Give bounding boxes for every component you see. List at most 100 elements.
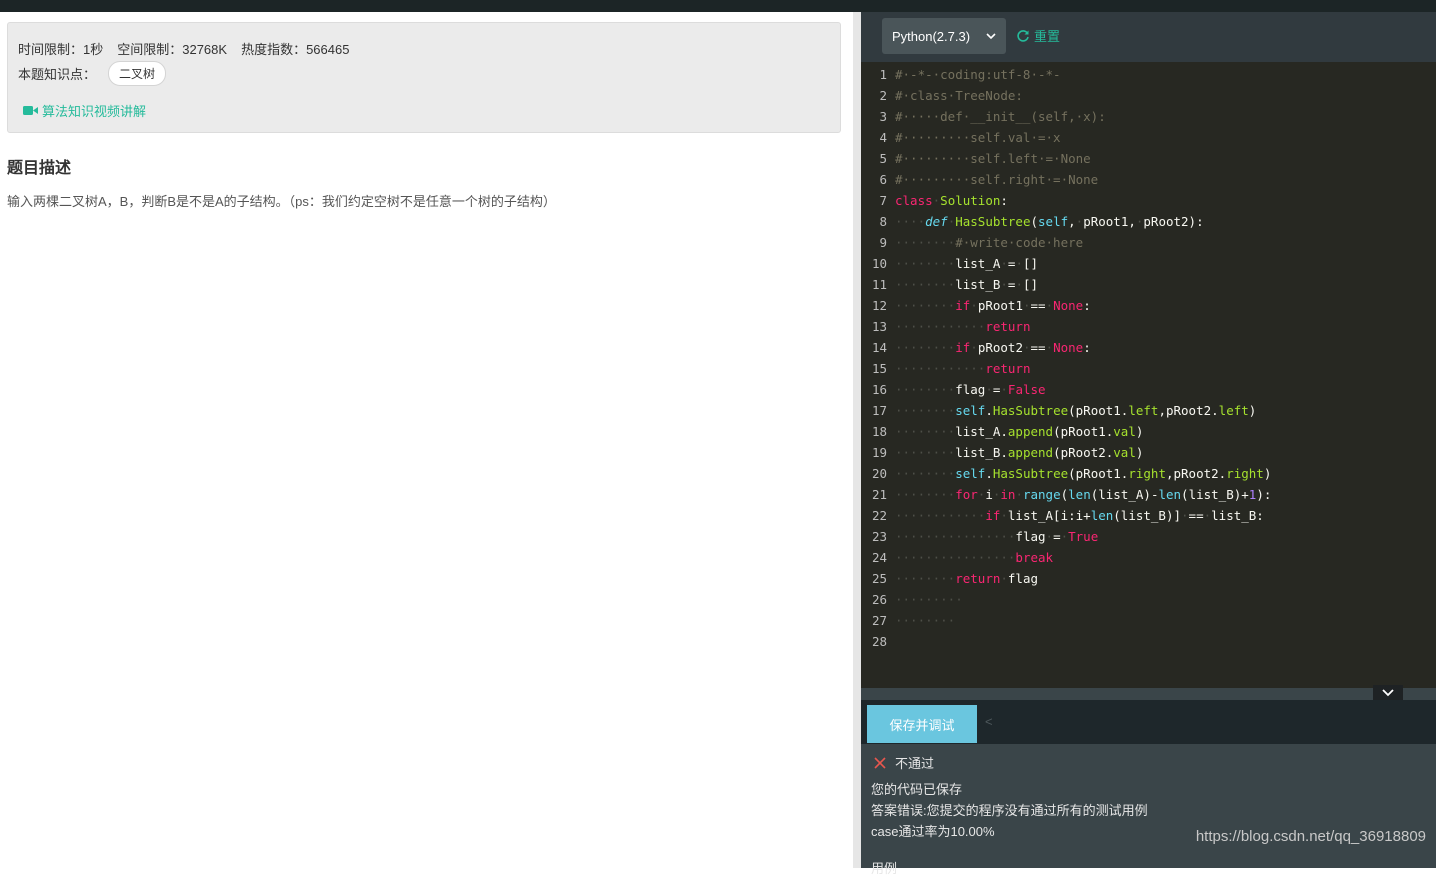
code-line[interactable]: 21 ········for·i·in·range(len(list_A)-len… xyxy=(861,484,1436,505)
code-text[interactable]: ········self.HasSubtree(pRoot1.right,pRo… xyxy=(895,463,1271,484)
code-text[interactable]: ········#·write·code·here xyxy=(895,232,1083,253)
topic-tag[interactable]: 二叉树 xyxy=(108,61,167,86)
code-line[interactable]: 12 ········if·pRoot1·==·None: xyxy=(861,295,1436,316)
code-editor[interactable]: 1 #·-*-·coding:utf-8·-*- 2 #·class·TreeNode… xyxy=(861,62,1436,688)
code-line[interactable]: 28 xyxy=(861,631,1436,652)
code-line[interactable]: 9 ········#·write·code·here xyxy=(861,232,1436,253)
code-line[interactable]: 13 ············return xyxy=(861,316,1436,337)
code-line[interactable]: 6 #·········self.right·=·None xyxy=(861,169,1436,190)
line-number: 26 xyxy=(871,592,887,607)
code-line[interactable]: 15 ············return xyxy=(861,358,1436,379)
code-text[interactable]: ········if·pRoot1·==·None: xyxy=(895,295,1091,316)
line-number: 8 xyxy=(879,214,887,229)
line-number: 6 xyxy=(879,172,887,187)
line-number: 11 xyxy=(871,277,887,292)
language-select[interactable]: Python(2.7.3) xyxy=(882,18,1006,54)
code-text[interactable]: #·········self.left·=·None xyxy=(895,148,1091,169)
expand-arrow[interactable]: < xyxy=(985,714,993,729)
chevron-down-icon xyxy=(1382,688,1394,696)
code-text[interactable]: ····def·HasSubtree(self,·pRoot1,·pRoot2)… xyxy=(895,211,1204,232)
line-number: 21 xyxy=(871,487,887,502)
code-text[interactable]: ········self.HasSubtree(pRoot1.left,pRoo… xyxy=(895,400,1256,421)
line-number: 4 xyxy=(879,130,887,145)
code-text[interactable]: ········flag·=·False xyxy=(895,379,1046,400)
line-number: 12 xyxy=(871,298,887,313)
code-text[interactable]: ················flag·=·True xyxy=(895,526,1098,547)
code-text[interactable]: ········· xyxy=(895,589,963,610)
code-line[interactable]: 17 ········self.HasSubtree(pRoot1.left,pR… xyxy=(861,400,1436,421)
code-line[interactable]: 14 ········if·pRoot2·==·None: xyxy=(861,337,1436,358)
line-number: 15 xyxy=(871,361,887,376)
code-text[interactable]: #·-*-·coding:utf-8·-*- xyxy=(895,64,1061,85)
line-number: 9 xyxy=(879,235,887,250)
code-line[interactable]: 25 ········return·flag xyxy=(861,568,1436,589)
line-number: 24 xyxy=(871,550,887,565)
line-number: 10 xyxy=(871,256,887,271)
code-text[interactable]: class·Solution: xyxy=(895,190,1008,211)
code-line[interactable]: 27 ········ xyxy=(861,610,1436,631)
code-text[interactable]: #·class·TreeNode: xyxy=(895,85,1023,106)
line-number: 2 xyxy=(879,88,887,103)
code-line[interactable]: 10 ········list_A·=·[] xyxy=(861,253,1436,274)
code-text[interactable]: ················break xyxy=(895,547,1053,568)
code-line[interactable]: 4 #·········self.val·=·x xyxy=(861,127,1436,148)
line-number: 7 xyxy=(879,193,887,208)
close-icon xyxy=(874,756,886,769)
code-line[interactable]: 24 ················break xyxy=(861,547,1436,568)
line-number: 1 xyxy=(879,67,887,82)
language-value: Python(2.7.3) xyxy=(892,28,971,44)
code-line[interactable]: 26 ········· xyxy=(861,589,1436,610)
line-number: 3 xyxy=(879,109,887,124)
code-text[interactable]: ············return xyxy=(895,316,1030,337)
code-pane: Python(2.7.3) 重置 1 #·-*-·coding:utf-8·-*-… xyxy=(861,12,1436,876)
result-panel: 不通过 您的代码已保存 答案错误:您提交的程序没有通过所有的测试用例 case通… xyxy=(861,744,1436,876)
watermark: https://blog.csdn.net/qq_36918809 xyxy=(1195,828,1426,845)
code-line[interactable]: 16 ········flag·=·False xyxy=(861,379,1436,400)
code-text[interactable]: ········for·i·in·range(len(list_A)-len(l… xyxy=(895,484,1271,505)
code-line[interactable]: 1 #·-*-·coding:utf-8·-*- xyxy=(861,64,1436,85)
reset-button[interactable]: 重置 xyxy=(1016,26,1060,45)
code-line[interactable]: 11 ········list_B·=·[] xyxy=(861,274,1436,295)
code-text[interactable]: ············if·list_A[i:i+len(list_B)]·=… xyxy=(895,505,1264,526)
video-camera-icon xyxy=(23,106,38,115)
code-line[interactable]: 19 ········list_B.append(pRoot2.val) xyxy=(861,442,1436,463)
video-explain-link[interactable]: 算法知识视频讲解 xyxy=(23,101,146,120)
save-and-debug-button[interactable]: 保存并调试 xyxy=(867,705,977,743)
result-status: 不通过 xyxy=(873,753,934,772)
code-line[interactable]: 3 #·····def·__init__(self,·x): xyxy=(861,106,1436,127)
topics-line: 本题知识点： 二叉树 xyxy=(18,61,167,86)
code-text[interactable]: ········list_B.append(pRoot2.val) xyxy=(895,442,1143,463)
chevron-down-icon xyxy=(986,32,996,39)
heat-index: 热度指数：566465 xyxy=(241,42,350,57)
code-text[interactable]: #·········self.right·=·None xyxy=(895,169,1098,190)
code-line[interactable]: 8 ····def·HasSubtree(self,·pRoot1,·pRoot2… xyxy=(861,211,1436,232)
code-line[interactable]: 22 ············if·list_A[i:i+len(list_B)]… xyxy=(861,505,1436,526)
code-text[interactable]: ········ xyxy=(895,610,955,631)
editor-scrollbar[interactable] xyxy=(861,688,1436,700)
code-text[interactable]: #·····def·__init__(self,·x): xyxy=(895,106,1106,127)
code-text[interactable]: ········list_A·=·[] xyxy=(895,253,1038,274)
code-line[interactable]: 20 ········self.HasSubtree(pRoot1.right,p… xyxy=(861,463,1436,484)
code-line[interactable]: 18 ········list_A.append(pRoot1.val) xyxy=(861,421,1436,442)
code-text[interactable]: ········list_B·=·[] xyxy=(895,274,1038,295)
refresh-icon xyxy=(1017,29,1029,42)
code-line[interactable]: 23 ················flag·=·True xyxy=(861,526,1436,547)
code-text[interactable]: #·········self.val·=·x xyxy=(895,127,1061,148)
line-number: 28 xyxy=(871,634,887,649)
editor-toolbar: Python(2.7.3) 重置 xyxy=(861,12,1436,62)
code-line[interactable]: 5 #·········self.left·=·None xyxy=(861,148,1436,169)
collapse-editor-button[interactable] xyxy=(1373,685,1403,700)
code-text[interactable]: ········return·flag xyxy=(895,568,1038,589)
code-text[interactable]: ········if·pRoot2·==·None: xyxy=(895,337,1091,358)
code-line[interactable]: 7 class·Solution: xyxy=(861,190,1436,211)
line-number: 20 xyxy=(871,466,887,481)
pass-rate: case通过率为10.00% xyxy=(871,824,995,839)
action-bar: 保存并调试 < xyxy=(861,700,1436,744)
time-limit: 时间限制：1秒 xyxy=(18,42,104,57)
line-number: 17 xyxy=(871,403,887,418)
code-line[interactable]: 2 #·class·TreeNode: xyxy=(861,85,1436,106)
problem-pane: 时间限制：1秒 空间限制：32768K 热度指数：566465 本题知识点： 二叉树… xyxy=(0,12,860,868)
line-number: 27 xyxy=(871,613,887,628)
code-text[interactable]: ············return xyxy=(895,358,1030,379)
code-text[interactable]: ········list_A.append(pRoot1.val) xyxy=(895,421,1143,442)
